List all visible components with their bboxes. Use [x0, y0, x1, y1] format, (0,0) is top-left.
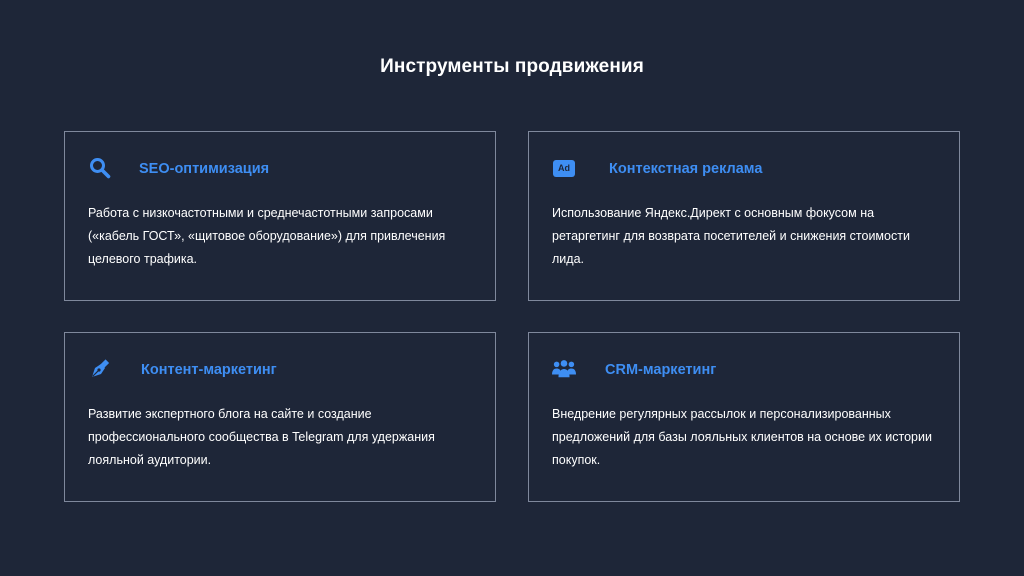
card-heading: Контекстная реклама: [609, 161, 763, 177]
card-heading: CRM-маркетинг: [605, 362, 717, 378]
card-context-ads: Ad Контекстная реклама Использование Янд…: [528, 131, 960, 301]
card-crm-marketing: CRM-маркетинг Внедрение регулярных рассы…: [528, 332, 960, 502]
slide: Инструменты продвижения SEO-оптимизация …: [0, 0, 1024, 576]
card-description: Развитие экспертного блога на сайте и со…: [88, 407, 435, 467]
pen-nib-icon: [88, 357, 112, 381]
card-description: Внедрение регулярных рассылок и персонал…: [552, 407, 932, 467]
card-heading: SEO-оптимизация: [139, 161, 270, 177]
card-heading: Контент-маркетинг: [141, 362, 277, 378]
ad-badge-text: Ad: [553, 159, 575, 177]
card-description: Работа с низкочастотными и среднечастотн…: [88, 206, 446, 266]
users-icon: [552, 357, 576, 381]
page-title: Инструменты продвижения: [380, 56, 644, 77]
card-description: Использование Яндекс.Директ с основным ф…: [552, 206, 910, 266]
card-content-marketing: Контент-маркетинг Развитие экспертного б…: [64, 332, 496, 502]
ad-icon: Ad: [552, 156, 576, 180]
card-seo: SEO-оптимизация Работа с низкочастотными…: [64, 131, 496, 301]
search-icon: [88, 156, 112, 180]
